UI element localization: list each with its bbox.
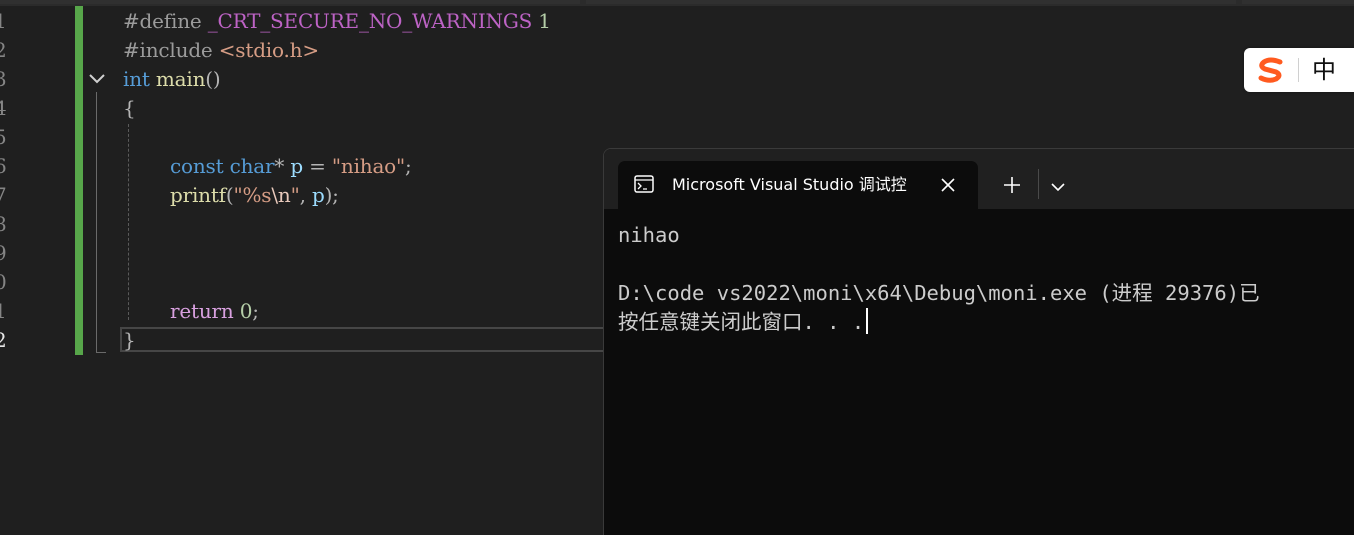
char-keyword: char xyxy=(229,154,275,178)
pointer-star: * xyxy=(274,154,285,178)
format-string: "%s xyxy=(233,183,272,207)
line-number: 3 xyxy=(0,67,7,91)
preprocessor-keyword: #include xyxy=(123,38,213,62)
current-line-highlight xyxy=(120,327,610,352)
code-line-12[interactable]: } xyxy=(123,326,136,355)
tab-strip-segment xyxy=(0,0,580,4)
tab-strip-segment xyxy=(1242,0,1354,4)
collapse-chevron-icon[interactable] xyxy=(88,70,106,88)
line-number: 6 xyxy=(0,154,7,178)
terminal-tab-title: Microsoft Visual Studio 调试控 xyxy=(672,175,907,194)
ime-mode-toggle[interactable]: 中 xyxy=(1312,54,1336,86)
fold-region-end xyxy=(96,352,106,353)
macro-name: _CRT_SECURE_NO_WARNINGS xyxy=(207,9,533,33)
code-line-4[interactable]: { xyxy=(123,94,136,123)
line-number: 9 xyxy=(0,241,7,265)
line-number: 5 xyxy=(0,125,7,149)
string-literal: "nihao" xyxy=(331,154,406,178)
output-line: D:\code vs2022\moni\x64\Debug\moni.exe (… xyxy=(618,281,1260,305)
editor-top-border xyxy=(0,0,1354,6)
type-keyword: int xyxy=(123,67,150,91)
ime-status-bar[interactable]: 中 xyxy=(1244,48,1354,92)
change-tracking-bar xyxy=(75,6,83,355)
line-number-current: 2 xyxy=(0,328,7,352)
code-line-11[interactable]: return 0; xyxy=(170,297,259,326)
open-paren: ( xyxy=(225,183,234,207)
escape-sequence: \n xyxy=(271,183,291,207)
code-line-7[interactable]: printf("%s\n", p); xyxy=(170,181,339,210)
plus-icon[interactable] xyxy=(1000,173,1024,197)
close-brace: } xyxy=(123,328,136,352)
chevron-down-icon[interactable] xyxy=(1046,175,1070,199)
text-cursor xyxy=(866,308,869,334)
function-call: printf xyxy=(170,183,226,207)
variable-name: p xyxy=(311,183,325,207)
output-line-prompt: 按任意键关闭此窗口. . . xyxy=(618,308,869,337)
sogou-s-icon[interactable] xyxy=(1256,56,1286,84)
output-text: 按任意键关闭此窗口. . . xyxy=(618,310,865,334)
terminal-tab[interactable]: Microsoft Visual Studio 调试控 xyxy=(618,161,978,209)
ime-separator xyxy=(1298,58,1299,82)
semicolon: ; xyxy=(405,154,412,178)
line-number: 8 xyxy=(0,212,7,236)
number-literal: 1 xyxy=(538,9,551,33)
semicolon: ; xyxy=(252,299,259,323)
line-number: 2 xyxy=(0,38,7,62)
line-number-gutter: 1 2 3 4 5 6 7 8 9 0 1 2 xyxy=(0,6,80,535)
code-line-1[interactable]: #define _CRT_SECURE_NO_WARNINGS 1 xyxy=(123,7,551,36)
line-number: 1 xyxy=(0,299,7,323)
open-brace: { xyxy=(123,96,136,120)
preprocessor-keyword: #define xyxy=(123,9,202,33)
titlebar-separator xyxy=(1038,169,1039,199)
output-line: nihao xyxy=(618,223,680,247)
variable-name: p xyxy=(290,154,303,178)
code-line-2[interactable]: #include <stdio.h> xyxy=(123,36,319,65)
number-literal: 0 xyxy=(239,299,253,323)
terminal-titlebar[interactable]: Microsoft Visual Studio 调试控 xyxy=(604,149,1354,209)
desktop: 1 2 3 4 5 6 7 8 9 0 1 2 #define _CRT_SEC… xyxy=(0,0,1354,535)
fold-region-line xyxy=(96,92,97,352)
code-line-3[interactable]: int main() xyxy=(123,65,221,94)
const-keyword: const xyxy=(170,154,224,178)
indent-guide xyxy=(128,124,129,320)
close-paren: ); xyxy=(324,183,339,207)
line-number: 4 xyxy=(0,96,7,120)
parentheses: () xyxy=(205,67,221,91)
assign-operator: = xyxy=(309,154,326,178)
line-number: 0 xyxy=(0,270,7,294)
terminal-window[interactable]: Microsoft Visual Studio 调试控 nihao D:\cod… xyxy=(603,148,1354,535)
tab-strip-segment xyxy=(586,0,1236,4)
console-icon xyxy=(634,175,654,193)
close-icon[interactable] xyxy=(936,173,960,197)
return-keyword: return xyxy=(170,299,234,323)
format-string-end: " xyxy=(290,183,300,207)
comma: , xyxy=(299,183,306,207)
line-number: 7 xyxy=(0,183,7,207)
include-header: <stdio.h> xyxy=(218,38,319,62)
code-line-6[interactable]: const char* p = "nihao"; xyxy=(170,152,412,181)
line-number: 1 xyxy=(0,9,7,33)
function-name: main xyxy=(155,67,206,91)
